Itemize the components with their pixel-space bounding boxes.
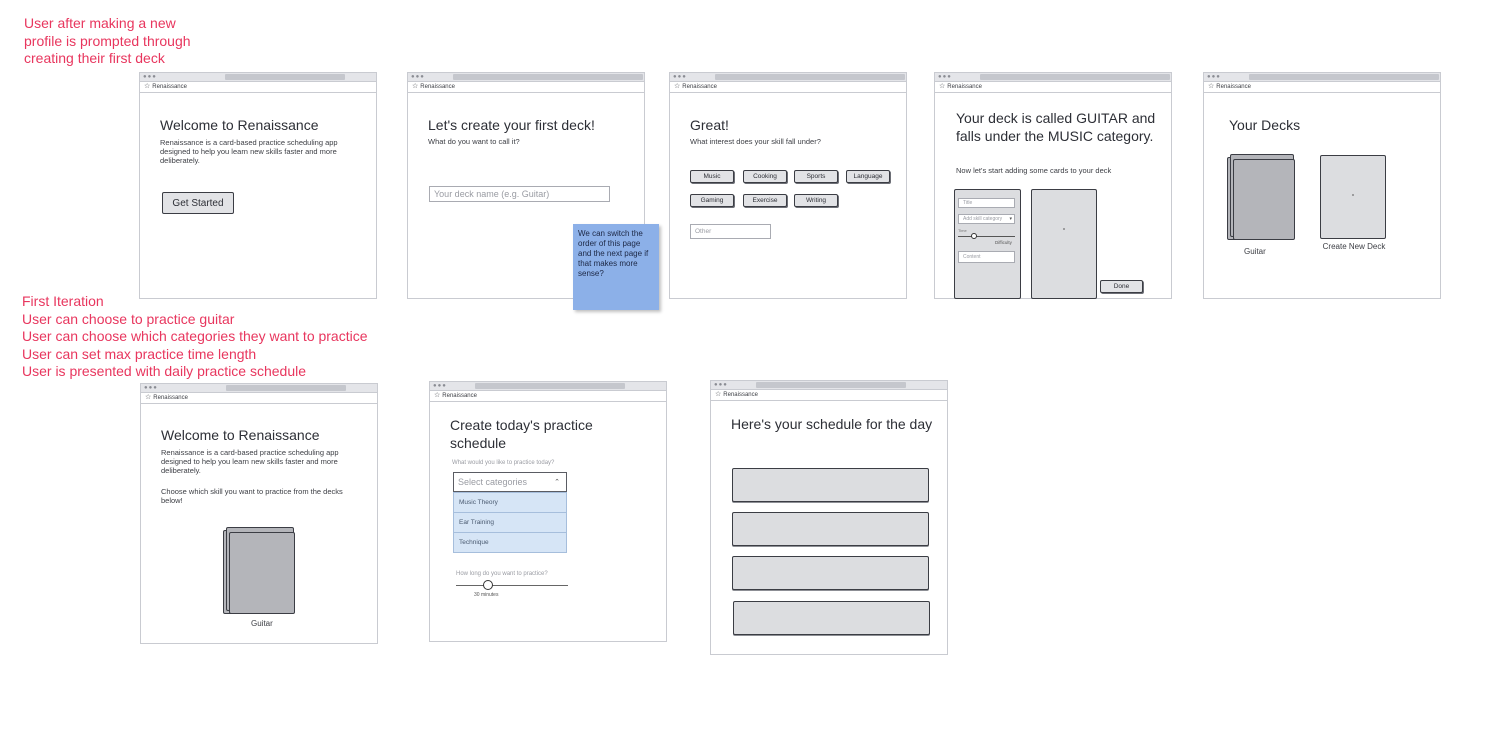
page-subtitle: What interest does your skill fall under… bbox=[690, 137, 821, 146]
deck-name-input[interactable]: Your deck name (e.g. Guitar) bbox=[429, 186, 610, 202]
create-deck-label: Create New Deck bbox=[1322, 242, 1386, 251]
page-title: Your Decks bbox=[1229, 117, 1301, 133]
schedule-item[interactable] bbox=[732, 512, 929, 546]
browser-tab[interactable]: ☆ Renaissance bbox=[711, 390, 947, 401]
card-title-input[interactable]: Title bbox=[958, 198, 1015, 208]
placeholder-dot bbox=[1352, 194, 1354, 196]
placeholder-dot bbox=[1063, 228, 1065, 230]
star-icon: ☆ bbox=[1208, 83, 1215, 90]
chevron-down-icon: ▾ bbox=[1009, 216, 1012, 222]
app-description: Renaissance is a card-based practice sch… bbox=[161, 448, 339, 475]
time-slider-label: Time bbox=[958, 228, 967, 233]
star-icon: ☆ bbox=[412, 83, 419, 90]
star-icon: ☆ bbox=[144, 83, 151, 90]
page-title: Here's your schedule for the day bbox=[731, 416, 933, 432]
browser-chrome: ●●● bbox=[408, 73, 644, 82]
option-music-theory[interactable]: Music Theory bbox=[454, 493, 566, 513]
duration-value: 30 minutes bbox=[474, 592, 499, 598]
schedule-item[interactable] bbox=[733, 601, 930, 635]
chip-music[interactable]: Music bbox=[690, 170, 734, 183]
wireframe-welcome-v2: ●●● ☆ Renaissance Welcome to Renaissance … bbox=[140, 383, 378, 644]
duration-slider-track[interactable] bbox=[456, 585, 568, 586]
star-icon: ☆ bbox=[715, 391, 722, 398]
page-subtitle: Now let's start adding some cards to you… bbox=[956, 166, 1112, 175]
browser-chrome: ●●● bbox=[430, 382, 666, 391]
browser-tab[interactable]: ☆ Renaissance bbox=[408, 82, 644, 93]
card-content-input[interactable]: Content bbox=[958, 251, 1015, 263]
app-description: Renaissance is a card-based practice sch… bbox=[160, 138, 338, 165]
browser-chrome: ●●● bbox=[711, 381, 947, 390]
page-title: Great! bbox=[690, 117, 729, 133]
get-started-button[interactable]: Get Started bbox=[162, 192, 234, 214]
card-category-select[interactable]: Add skill category ▾ bbox=[958, 214, 1015, 224]
new-card-form: Title Add skill category ▾ Time Difficult… bbox=[954, 189, 1021, 299]
browser-tab[interactable]: ☆ Renaissance bbox=[141, 393, 377, 404]
browser-chrome: ●●● bbox=[1204, 73, 1440, 82]
option-technique[interactable]: Technique bbox=[454, 533, 566, 552]
time-question: How long do you want to practice? bbox=[456, 571, 548, 577]
browser-chrome: ●●● bbox=[140, 73, 376, 82]
page-title: Welcome to Renaissance bbox=[160, 117, 319, 133]
first-iteration-annotation: First Iteration User can choose to pract… bbox=[22, 293, 368, 379]
wireframe-interest: ●●● ☆ Renaissance Great! What interest do… bbox=[669, 72, 907, 299]
browser-tab[interactable]: ☆ Renaissance bbox=[140, 82, 376, 93]
chip-gaming[interactable]: Gaming bbox=[690, 194, 734, 207]
guitar-deck[interactable] bbox=[1233, 159, 1295, 240]
star-icon: ☆ bbox=[145, 394, 152, 401]
browser-chrome: ●●● bbox=[141, 384, 377, 393]
difficulty-label: Difficulty bbox=[995, 240, 1012, 245]
practice-question: What would you like to practice today? bbox=[452, 460, 555, 466]
category-dropdown: Music Theory Ear Training Technique bbox=[453, 492, 567, 553]
wireframe-your-decks: ●●● ☆ Renaissance Your Decks Guitar Creat… bbox=[1203, 72, 1441, 299]
chip-language[interactable]: Language bbox=[846, 170, 890, 183]
wireframe-add-cards: ●●● ☆ Renaissance Your deck is called GUI… bbox=[934, 72, 1172, 299]
page-title: Create today's practice schedule bbox=[450, 417, 593, 451]
deck-label: Guitar bbox=[251, 619, 273, 628]
other-interest-input[interactable]: Other bbox=[690, 224, 771, 239]
page-title: Welcome to Renaissance bbox=[161, 427, 320, 443]
onboarding-annotation: User after making a new profile is promp… bbox=[24, 15, 191, 66]
category-select[interactable]: Select categories ⌃ bbox=[453, 472, 567, 492]
chip-sports[interactable]: Sports bbox=[794, 170, 838, 183]
schedule-item[interactable] bbox=[732, 468, 929, 502]
page-subtitle: What do you want to call it? bbox=[428, 137, 520, 146]
star-icon: ☆ bbox=[434, 392, 441, 399]
time-slider-thumb[interactable] bbox=[971, 233, 977, 239]
browser-tab[interactable]: ☆ Renaissance bbox=[430, 391, 666, 402]
option-ear-training[interactable]: Ear Training bbox=[454, 513, 566, 533]
guitar-deck[interactable] bbox=[229, 532, 295, 614]
sticky-note: We can switch the order of this page and… bbox=[573, 224, 659, 310]
create-new-deck-card[interactable] bbox=[1320, 155, 1386, 239]
chevron-up-icon: ⌃ bbox=[554, 479, 560, 486]
chip-writing[interactable]: Writing bbox=[794, 194, 838, 207]
choose-skill-prompt: Choose which skill you want to practice … bbox=[161, 487, 343, 505]
star-icon: ☆ bbox=[674, 83, 681, 90]
wireframe-create-schedule: ●●● ☆ Renaissance Create today's practice… bbox=[429, 381, 667, 642]
deck-label: Guitar bbox=[1244, 247, 1266, 256]
browser-chrome: ●●● bbox=[935, 73, 1171, 82]
done-button[interactable]: Done bbox=[1100, 280, 1143, 293]
browser-tab[interactable]: ☆ Renaissance bbox=[935, 82, 1171, 93]
chip-exercise[interactable]: Exercise bbox=[743, 194, 787, 207]
browser-tab[interactable]: ☆ Renaissance bbox=[1204, 82, 1440, 93]
duration-slider-thumb[interactable] bbox=[483, 580, 493, 590]
time-slider-track[interactable] bbox=[958, 236, 1015, 237]
chip-cooking[interactable]: Cooking bbox=[743, 170, 787, 183]
star-icon: ☆ bbox=[939, 83, 946, 90]
browser-chrome: ●●● bbox=[670, 73, 906, 82]
page-title: Let's create your first deck! bbox=[428, 117, 595, 133]
schedule-item[interactable] bbox=[732, 556, 929, 590]
page-title: Your deck is called GUITAR and falls und… bbox=[956, 110, 1156, 144]
browser-tab[interactable]: ☆ Renaissance bbox=[670, 82, 906, 93]
wireframe-welcome: ●●● ☆ Renaissance Welcome to Renaissance … bbox=[139, 72, 377, 299]
wireframe-schedule-view: ●●● ☆ Renaissance Here's your schedule fo… bbox=[710, 380, 948, 655]
card-preview[interactable] bbox=[1031, 189, 1097, 299]
